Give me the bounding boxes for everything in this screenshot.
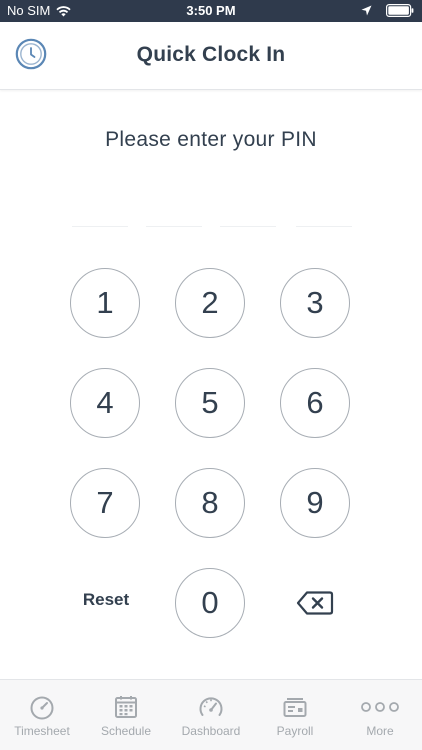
status-right [361,4,414,17]
key-7[interactable]: 7 [70,468,140,538]
pin-slots [72,226,352,228]
key-5[interactable]: 5 [175,368,245,438]
nav-header: Quick Clock In [0,22,422,90]
speedometer-icon [199,697,223,716]
tab-label: Payroll [276,724,314,738]
key-9[interactable]: 9 [280,468,350,538]
key-2[interactable]: 2 [175,268,245,338]
reset-button[interactable]: Reset [70,590,142,616]
more-dots-icon [361,702,399,712]
tab-bar: Timesheet Schedule Dashboard Payroll Mor… [0,679,422,750]
pin-slot [72,226,128,227]
stopwatch-icon [30,696,54,720]
status-time: 3:50 PM [186,3,236,18]
battery-icon [386,4,414,17]
key-4[interactable]: 4 [70,368,140,438]
location-arrow-icon [361,5,372,16]
calendar-icon [115,696,137,718]
key-8[interactable]: 8 [175,468,245,538]
key-3[interactable]: 3 [280,268,350,338]
pin-slot [146,226,202,227]
tab-more[interactable]: More [338,680,422,750]
backspace-icon [296,591,334,615]
page-title: Quick Clock In [136,43,286,66]
tab-label: More [366,724,394,738]
status-bar: No SIM 3:50 PM [0,0,422,22]
tab-timesheet[interactable]: Timesheet [0,680,84,750]
key-0[interactable]: 0 [175,568,245,638]
tab-schedule[interactable]: Schedule [84,680,168,750]
payroll-card-icon [283,698,307,717]
key-1[interactable]: 1 [70,268,140,338]
quick-clock-in-screen: No SIM 3:50 PM Quick Clock In Please ent… [0,0,422,750]
tab-dashboard[interactable]: Dashboard [169,680,253,750]
tab-label: Timesheet [14,724,70,738]
tab-label: Dashboard [181,724,241,738]
pin-slot [296,226,352,227]
pin-slot [220,226,276,227]
pin-prompt: Please enter your PIN [105,128,317,151]
tab-label: Schedule [100,724,152,738]
key-6[interactable]: 6 [280,368,350,438]
backspace-button[interactable] [296,590,334,616]
tab-payroll[interactable]: Payroll [253,680,337,750]
